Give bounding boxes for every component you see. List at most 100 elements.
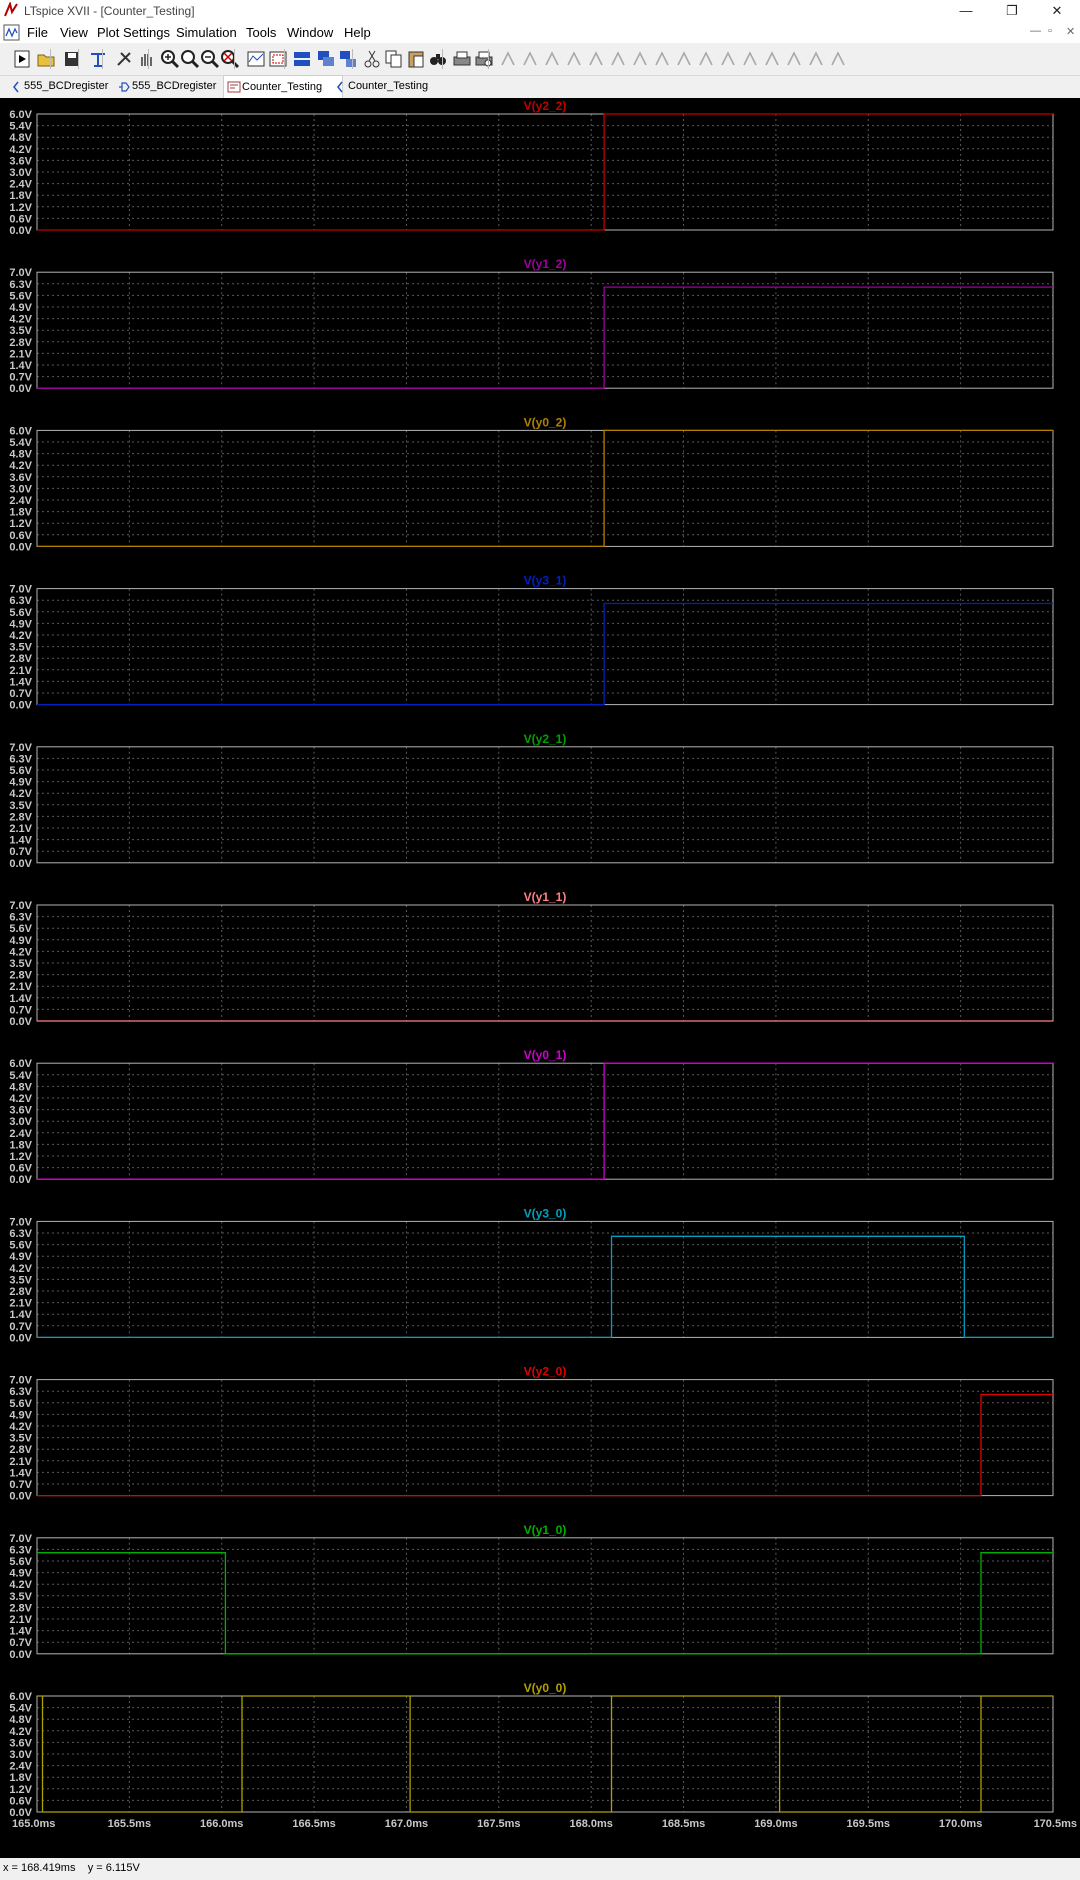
- cascade-icon[interactable]: [315, 48, 337, 70]
- copy-icon[interactable]: [383, 48, 405, 70]
- spice-directive-icon[interactable]: [827, 48, 849, 70]
- trace-label[interactable]: V(y3_1): [524, 574, 567, 588]
- diode-icon[interactable]: [629, 48, 651, 70]
- waveform-doc-icon[interactable]: [3, 24, 20, 41]
- trace-label[interactable]: V(y0_1): [524, 1048, 567, 1062]
- cut-icon[interactable]: [361, 48, 383, 70]
- mdi-restore-button[interactable]: ▫: [1048, 25, 1052, 37]
- restore-button[interactable]: ❐: [989, 0, 1035, 22]
- waveform-pane[interactable]: V(y3_1) 7.0V6.3V5.6V4.9V4.2V3.5V2.8V2.1V1…: [9, 574, 1054, 712]
- trace-label[interactable]: V(y0_0): [524, 1681, 567, 1695]
- trace-vy2-0[interactable]: [37, 1393, 1053, 1497]
- menu-window[interactable]: Window: [287, 25, 333, 40]
- y-tick-label: 2.4V: [9, 179, 32, 191]
- waveform-pane[interactable]: V(y0_2) 6.0V5.4V4.8V4.2V3.6V3.0V2.4V1.8V1…: [9, 415, 1054, 553]
- menu-tools[interactable]: Tools: [246, 25, 276, 40]
- mirror-icon[interactable]: [783, 48, 805, 70]
- move-icon[interactable]: [673, 48, 695, 70]
- paste-icon[interactable]: [405, 48, 427, 70]
- x-tick-label: 169.0ms: [754, 1818, 797, 1830]
- y-tick-label: 6.3V: [9, 1386, 32, 1398]
- menu-simulation[interactable]: Simulation: [176, 25, 237, 40]
- menu-file[interactable]: File: [27, 25, 48, 40]
- waveform-pane[interactable]: V(y1_1) 7.0V6.3V5.6V4.9V4.2V3.5V2.8V2.1V1…: [9, 890, 1054, 1028]
- trace-vy2-2[interactable]: [37, 113, 1053, 231]
- cursor-x: x = 168.419ms: [3, 1862, 76, 1874]
- trace-label[interactable]: V(y2_2): [524, 99, 567, 113]
- tab-counter-testing-waveform[interactable]: Counter_Testing: [330, 76, 448, 97]
- zoom-fit-icon[interactable]: [219, 48, 241, 70]
- waveform-pane[interactable]: V(y2_2) 6.0V5.4V4.8V4.2V3.6V3.0V2.4V1.8V1…: [9, 99, 1054, 237]
- mdi-close-button[interactable]: ✕: [1066, 25, 1075, 38]
- inductor-icon[interactable]: [607, 48, 629, 70]
- waveform-pane[interactable]: V(y0_1) 6.0V5.4V4.8V4.2V3.6V3.0V2.4V1.8V1…: [9, 1048, 1054, 1186]
- menu-view[interactable]: View: [60, 25, 88, 40]
- run-icon[interactable]: [11, 48, 33, 70]
- tile-horizontal-icon[interactable]: [291, 48, 313, 70]
- y-tick-label: 3.0V: [9, 1749, 32, 1761]
- trace-label[interactable]: V(y2_0): [524, 1365, 567, 1379]
- close-button[interactable]: ✕: [1034, 0, 1080, 22]
- waveform-pane[interactable]: V(y2_0) 7.0V6.3V5.6V4.9V4.2V3.5V2.8V2.1V1…: [9, 1365, 1054, 1503]
- trace-label[interactable]: V(y1_2): [524, 257, 567, 271]
- zoom-in-icon[interactable]: [159, 48, 181, 70]
- resistor-icon[interactable]: [563, 48, 585, 70]
- waveform-plot[interactable]: V(y2_2)6.0V5.4V4.8V4.2V3.6V3.0V2.4V1.8V1…: [0, 98, 1080, 1858]
- y-tick-label: 3.0V: [9, 167, 32, 179]
- y-tick-label: 0.0V: [9, 1491, 32, 1503]
- trace-vy1-0[interactable]: [37, 1552, 1053, 1655]
- trace-vy0-0[interactable]: [37, 1695, 1053, 1813]
- tab-counter-testing-schematic[interactable]: Counter_Testing: [223, 75, 343, 98]
- zoom-area-icon[interactable]: [179, 48, 201, 70]
- save-icon[interactable]: [61, 48, 83, 70]
- pan-hand-icon[interactable]: [135, 48, 157, 70]
- trace-label[interactable]: V(y2_1): [524, 732, 567, 746]
- trace-vy3-1[interactable]: [37, 602, 1053, 706]
- trace-label[interactable]: V(y0_2): [524, 415, 567, 429]
- control-panel-icon[interactable]: [87, 48, 109, 70]
- zoom-full-icon[interactable]: [267, 48, 289, 70]
- waveform-pane[interactable]: V(y3_0) 7.0V6.3V5.6V4.9V4.2V3.5V2.8V2.1V1…: [9, 1206, 1054, 1344]
- waveform-pane[interactable]: V(y1_2) 7.0V6.3V5.6V4.9V4.2V3.5V2.8V2.1V1…: [9, 257, 1054, 395]
- find-icon[interactable]: [427, 48, 449, 70]
- tab-555-bcdregister-waveform[interactable]: 555_BCDregister: [6, 76, 128, 97]
- y-tick-label: 5.6V: [9, 1240, 32, 1252]
- drag-icon[interactable]: [695, 48, 717, 70]
- tab-555-bcdregister-schematic[interactable]: 555_BCDregister: [114, 76, 236, 97]
- text-icon[interactable]: [805, 48, 827, 70]
- capacitor-icon[interactable]: [585, 48, 607, 70]
- menu-help[interactable]: Help: [344, 25, 371, 40]
- toolbar-separator: [488, 49, 489, 69]
- waveform-pane[interactable]: V(y1_0) 7.0V6.3V5.6V4.9V4.2V3.5V2.8V2.1V1…: [9, 1523, 1054, 1661]
- draw-wire-icon[interactable]: [497, 48, 519, 70]
- menu-plot-settings[interactable]: Plot Settings: [97, 25, 170, 40]
- ground-icon[interactable]: [519, 48, 541, 70]
- tile-vertical-icon[interactable]: [337, 48, 359, 70]
- halt-icon[interactable]: [113, 48, 135, 70]
- trace-label[interactable]: V(y1_0): [524, 1523, 567, 1537]
- open-icon[interactable]: [35, 48, 57, 70]
- mdi-minimize-button[interactable]: —: [1030, 25, 1041, 37]
- waveform-viewer[interactable]: V(y2_2) 6.0V 5.4V 4.8V 4.2V 3.6V 3.0V 2.4V 1.8V 1…: [0, 98, 1080, 1858]
- tab-label: 555_BCDregister: [24, 80, 109, 92]
- pane-border: [36, 904, 1054, 1022]
- print-icon[interactable]: [451, 48, 473, 70]
- minimize-button[interactable]: —: [943, 0, 989, 22]
- redo-icon[interactable]: [739, 48, 761, 70]
- print-preview-icon[interactable]: [473, 48, 495, 70]
- waveform-pane[interactable]: V(y0_0) 6.0V5.4V4.8V4.2V3.6V3.0V2.4V1.8V1…: [9, 1681, 1054, 1819]
- trace-vy0-1[interactable]: [37, 1062, 1053, 1180]
- trace-label[interactable]: V(y1_1): [524, 890, 567, 904]
- undo-icon[interactable]: [717, 48, 739, 70]
- trace-vy0-2[interactable]: [37, 429, 1053, 548]
- rotate-icon[interactable]: [761, 48, 783, 70]
- component-icon[interactable]: [651, 48, 673, 70]
- trace-vy3-0[interactable]: [37, 1235, 1053, 1339]
- label-net-icon[interactable]: [541, 48, 563, 70]
- trace-vy1-2[interactable]: [37, 286, 1053, 389]
- y-tick-label: 6.3V: [9, 753, 32, 765]
- zoom-out-icon[interactable]: [199, 48, 221, 70]
- autorange-icon[interactable]: [245, 48, 267, 70]
- waveform-pane[interactable]: V(y2_1) 7.0V6.3V5.6V4.9V4.2V3.5V2.8V2.1V1…: [9, 732, 1054, 870]
- trace-label[interactable]: V(y3_0): [524, 1206, 567, 1220]
